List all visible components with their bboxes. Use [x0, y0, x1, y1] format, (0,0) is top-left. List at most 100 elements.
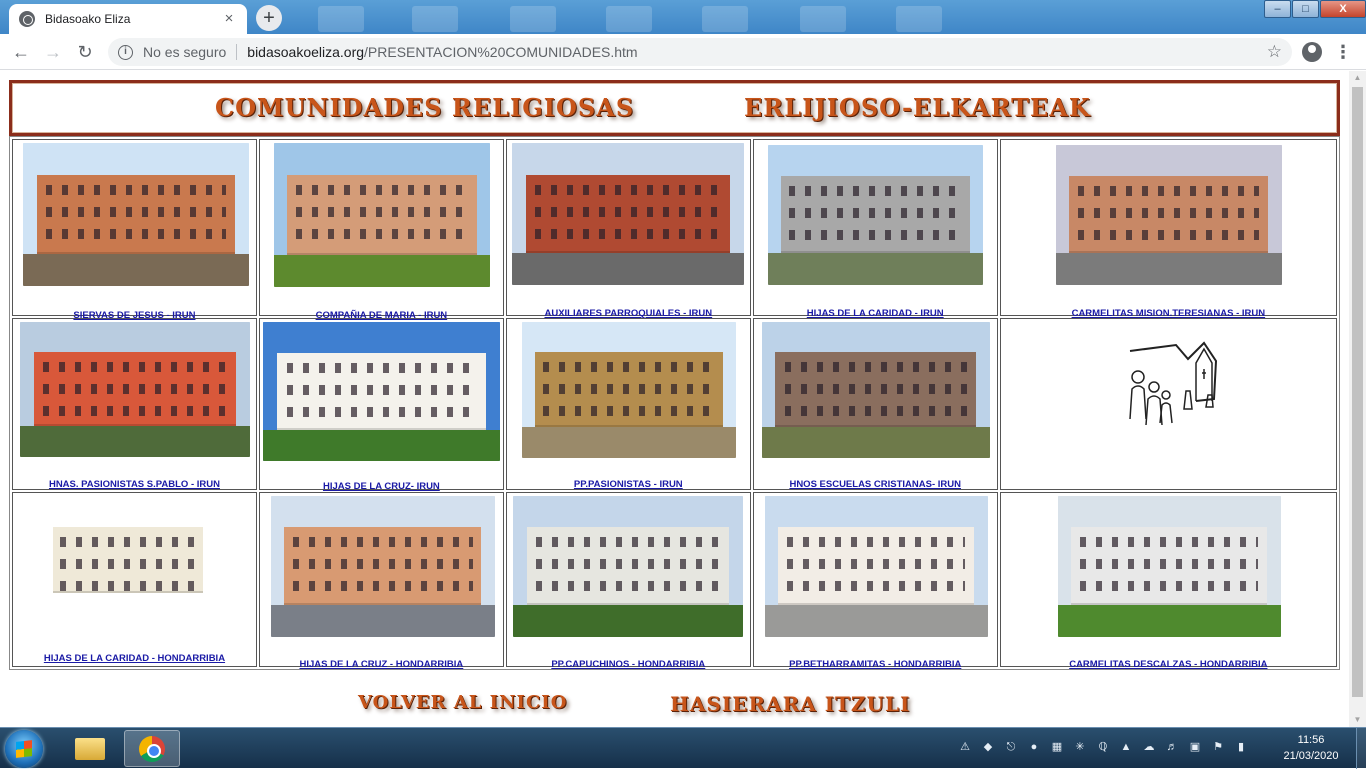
photo-ground — [764, 605, 988, 637]
community-link[interactable]: HNAS. PASIONISTAS S.PABLO - IRUN — [13, 479, 256, 490]
building-photo[interactable] — [262, 322, 500, 461]
photo-windows — [543, 384, 715, 394]
community-cell: CARMELITAS DESCALZAS - HONDARRIBIA — [999, 492, 1337, 670]
photo-windows — [1079, 537, 1259, 547]
building-photo[interactable] — [512, 496, 743, 637]
photo-windows — [784, 384, 967, 394]
background-window-thumbnail — [800, 6, 846, 32]
photo-windows — [789, 230, 962, 240]
photo-windows — [1078, 230, 1260, 240]
globe-tray-icon[interactable]: ● — [1027, 740, 1041, 754]
reload-icon[interactable]: ↻ — [72, 39, 98, 65]
community-cell: HNAS. PASIONISTAS S.PABLO - IRUN — [12, 318, 257, 490]
cloud-icon[interactable]: ☁ — [1142, 740, 1156, 754]
start-button[interactable] — [5, 730, 43, 768]
building-photo[interactable] — [521, 322, 736, 458]
photo-windows — [286, 407, 477, 417]
scroll-down-arrow-icon[interactable]: ▼ — [1349, 713, 1366, 727]
photo-windows — [1078, 208, 1260, 218]
building-photo[interactable] — [1055, 145, 1282, 285]
photo-windows — [784, 406, 967, 416]
community-logo-image[interactable] — [1116, 339, 1222, 434]
back-to-home-link-basque[interactable]: HASIERARA ITZULI — [670, 692, 910, 716]
chrome-taskbar-icon[interactable] — [124, 730, 180, 767]
community-link[interactable]: HIJAS DE LA CARIDAD - HONDARRIBIA — [13, 653, 256, 664]
flag-icon[interactable]: ⚑ — [1211, 740, 1225, 754]
usb-icon[interactable]: ⎋ — [1004, 740, 1018, 754]
back-to-home-link-spanish[interactable]: VOLVER AL INICIO — [358, 692, 567, 713]
security-alert-icon[interactable]: ⚠ — [958, 740, 972, 754]
community-link[interactable]: HNOS ESCUELAS CRISTIANAS- IRUN — [754, 479, 997, 490]
browser-toolbar: ← → ↻ i No es seguro bidasoakoeliza.org/… — [0, 34, 1366, 70]
network-icon[interactable]: ▲ — [1119, 740, 1133, 754]
bookmark-star-icon[interactable]: ☆ — [1267, 42, 1282, 62]
url-text[interactable]: bidasoakoeliza.org/PRESENTACION%20COMUNI… — [247, 44, 1266, 60]
background-window-thumbnail — [702, 6, 748, 32]
minimize-button[interactable]: – — [1264, 0, 1291, 18]
clock-time: 11:56 — [1297, 734, 1325, 746]
browser-tab[interactable]: Bidasoako Eliza × — [9, 4, 247, 34]
building-photo[interactable] — [761, 322, 990, 458]
community-link[interactable]: PP.CAPUCHINOS - HONDARRIBIA — [507, 659, 750, 670]
signal-icon[interactable]: ▦ — [1050, 740, 1064, 754]
battery-icon[interactable]: ▮ — [1234, 740, 1248, 754]
volume-icon[interactable]: ♬ — [1165, 740, 1179, 754]
window-titlebar: Bidasoako Eliza × + – □ X — [0, 0, 1366, 34]
photo-windows — [1078, 186, 1260, 196]
profile-avatar-icon[interactable] — [1302, 42, 1322, 62]
building-photo[interactable] — [23, 143, 249, 286]
clock-date: 21/03/2020 — [1283, 750, 1339, 762]
photo-ground — [512, 605, 743, 637]
building-photo[interactable] — [1057, 496, 1281, 637]
forward-arrow-icon[interactable]: → — [40, 39, 66, 65]
tab-title: Bidasoako Eliza — [45, 12, 131, 26]
building-photo[interactable] — [767, 145, 983, 285]
photo-windows — [43, 362, 227, 372]
community-cell: PP.BETHARRAMITAS - HONDARRIBIA — [752, 492, 998, 670]
antivirus-icon[interactable]: ✳ — [1073, 740, 1087, 754]
address-bar[interactable]: i No es seguro bidasoakoeliza.org/PRESEN… — [108, 38, 1292, 66]
photo-windows — [295, 207, 469, 217]
community-link[interactable]: CARMELITAS DESCALZAS - HONDARRIBIA — [1001, 659, 1336, 670]
kebab-menu-icon[interactable]: ⋮ — [1334, 40, 1352, 64]
scrollbar-thumb[interactable] — [1352, 87, 1363, 697]
photo-windows — [535, 207, 721, 217]
file-explorer-icon[interactable] — [64, 730, 116, 767]
building-photo[interactable] — [511, 143, 744, 285]
community-link[interactable]: HIJAS DE LA CRUZ - HONDARRIBIA — [260, 659, 503, 670]
community-link[interactable]: PP.PASIONISTAS - IRUN — [507, 479, 750, 490]
page-header-banner: COMUNIDADES RELIGIOSAS ERLIJIOSO-ELKARTE… — [9, 80, 1340, 136]
close-tab-icon[interactable]: × — [221, 11, 237, 27]
close-window-button[interactable]: X — [1320, 0, 1366, 18]
display-icon[interactable]: ▣ — [1188, 740, 1202, 754]
page-title-basque: ERLIJIOSO-ELKARTEAK — [744, 93, 1091, 122]
table-row: HIJAS DE LA CARIDAD - HONDARRIBIA HIJAS D… — [12, 492, 1337, 670]
maximize-button[interactable]: □ — [1292, 0, 1319, 18]
photo-ground — [511, 253, 744, 285]
photo-windows — [535, 229, 721, 239]
photo-windows — [784, 362, 967, 372]
building-photo[interactable] — [20, 322, 250, 457]
photo-windows — [60, 537, 196, 547]
building-photo[interactable] — [273, 143, 490, 287]
photo-ground — [43, 593, 213, 621]
bluetooth-icon[interactable]: ℚ — [1096, 740, 1110, 754]
community-link[interactable]: HIJAS DE LA CRUZ- IRUN — [260, 481, 503, 492]
scroll-up-arrow-icon[interactable]: ▲ — [1349, 71, 1366, 85]
show-desktop-button[interactable] — [1356, 728, 1366, 769]
community-cell: HIJAS DE LA CARIDAD - HONDARRIBIA — [12, 492, 257, 667]
community-cell: PP.CAPUCHINOS - HONDARRIBIA — [505, 492, 751, 670]
shield-icon[interactable]: ◆ — [981, 740, 995, 754]
back-arrow-icon[interactable]: ← — [8, 39, 34, 65]
building-photo[interactable] — [270, 496, 495, 637]
new-tab-button[interactable]: + — [256, 5, 282, 31]
info-icon[interactable]: i — [118, 44, 133, 60]
vertical-scrollbar[interactable]: ▲ ▼ — [1349, 71, 1366, 727]
photo-windows — [1079, 581, 1259, 591]
community-link[interactable]: PP.BETHARRAMITAS - HONDARRIBIA — [754, 659, 997, 670]
building-photo[interactable] — [764, 496, 988, 637]
photo-ground — [761, 427, 990, 458]
system-clock[interactable]: 11:56 21/03/2020 — [1276, 732, 1346, 764]
web-page: COMUNIDADES RELIGIOSAS ERLIJIOSO-ELKARTE… — [0, 71, 1349, 727]
house-cutout-image[interactable] — [43, 501, 213, 621]
